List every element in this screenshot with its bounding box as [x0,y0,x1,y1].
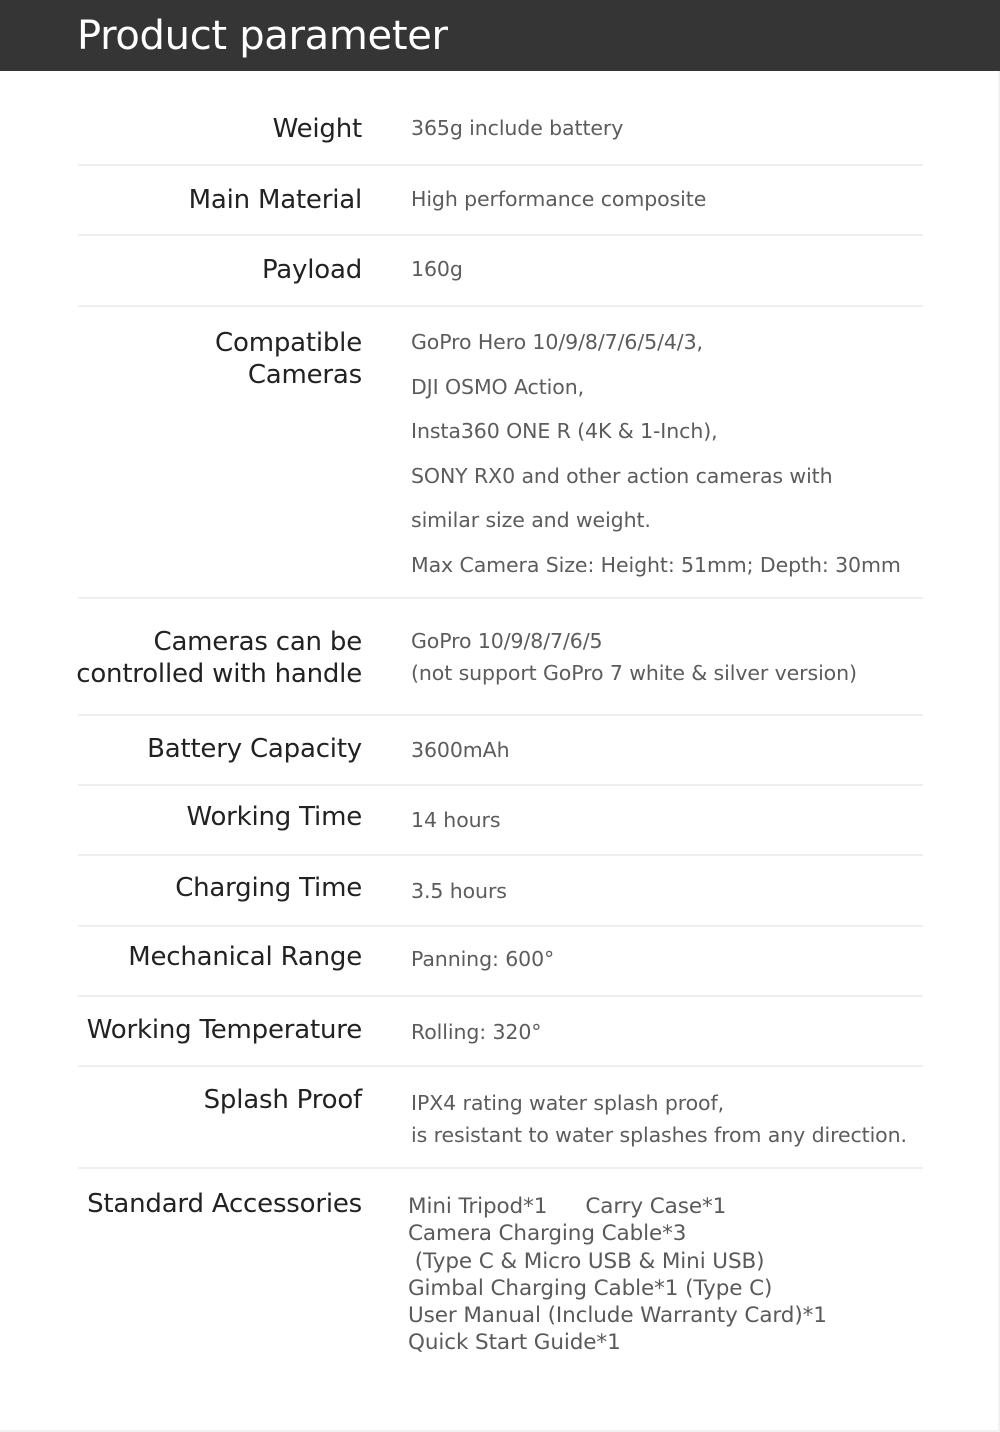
param-value: 3600mAh [411,736,510,764]
value-line: GoPro Hero 10/9/8/7/6/5/4/3, [411,330,703,354]
label-line: Weight [272,114,363,144]
param-label: Standard Accessories [87,1188,362,1220]
value-line: is resistant to water splashes from any … [411,1123,907,1147]
label-line: Standard Accessories [87,1189,362,1219]
label-line: Cameras [247,360,362,390]
value-line: 3600mAh [411,738,510,762]
accessory-line: Camera Charging Cable*3 [408,1221,687,1247]
param-label: Working Temperature [87,1014,362,1046]
accessory-line: Gimbal Charging Cable*1 (Type C) [408,1275,773,1301]
param-value: 365g include battery [411,114,623,142]
accessory-item: Mini Tripod*1 [408,1194,548,1219]
label-line: Payload [262,255,362,285]
param-label: Cameras can be controlled with handle [76,626,362,690]
accessory-line: Quick Start Guide*1 [408,1330,621,1356]
label-line: Mechanical Range [128,942,362,972]
param-label: Mechanical Range [128,941,362,973]
param-value: Panning: 600° [411,945,554,973]
label-line: Main Material [188,185,363,215]
row-divider [78,784,923,786]
accessory-line: Mini Tripod*1 Carry Case*1 [408,1193,827,1220]
row-divider [78,854,923,856]
value-line: Rolling: 320° [411,1020,542,1044]
row-divider [78,1167,923,1169]
row-divider [78,164,923,166]
value-line: Panning: 600° [411,947,555,971]
row-divider [78,305,923,307]
value-line: DJI OSMO Action, [411,374,585,399]
value-line: 14 hours [411,808,501,832]
param-label: Weight [272,113,363,145]
param-value: 14 hours [411,806,501,834]
label-line: Working Time [186,802,362,832]
value-line: High performance composite [411,187,707,211]
accessory-line: User Manual (Include Warranty Card)*1 [408,1303,827,1329]
label-line: Working Temperature [86,1015,362,1045]
param-value: 160g [411,255,463,283]
value-line: Insta360 ONE R (4K & 1-Inch), [411,419,718,443]
param-value: High performance composite [411,185,706,213]
label-line: Battery Capacity [147,734,362,764]
label-line: Charging Time [175,873,362,903]
label-line: Cameras can be [153,627,362,657]
value-line: Max Camera Size: Height: 51mm; Depth: 30… [411,552,901,577]
value-line: 365g include battery [411,116,624,140]
param-label: Battery Capacity [147,733,362,765]
row-divider [78,925,923,927]
label-line: Compatible [215,328,362,358]
param-label: Payload [262,254,362,286]
row-divider [78,714,923,716]
value-line: (not support GoPro 7 white & silver vers… [411,661,857,685]
param-value: GoPro 10/9/8/7/6/5 (not support GoPro 7 … [411,625,857,689]
value-line: IPX4 rating water splash proof, [411,1091,725,1115]
accessories-list: Mini Tripod*1 Carry Case*1 Camera Chargin… [408,1193,827,1357]
row-divider [78,234,923,236]
value-line: 3.5 hours [411,879,507,903]
param-label: Compatible Cameras [215,327,362,391]
header-bar: Product parameter [0,0,1000,71]
accessory-item: Carry Case*1 [585,1194,727,1219]
accessory-line: (Type C & Micro USB & Mini USB) [408,1248,765,1274]
param-value: Rolling: 320° [411,1018,542,1046]
param-value: 3.5 hours [411,877,507,905]
value-line: 160g [411,257,463,281]
value-line: GoPro 10/9/8/7/6/5 [411,629,603,653]
value-line: SONY RX0 and other action cameras with [411,463,833,488]
param-label: Splash Proof [203,1084,363,1116]
param-value: GoPro Hero 10/9/8/7/6/5/4/3, DJI OSMO Ac… [411,320,901,587]
row-divider [78,995,923,997]
param-label: Charging Time [175,872,362,904]
param-label: Main Material [188,184,363,216]
label-line: controlled with handle [76,659,362,689]
row-divider [78,597,923,599]
value-line: similar size and weight. [411,508,651,532]
param-value: IPX4 rating water splash proof, is resis… [411,1087,907,1151]
label-line: Splash Proof [203,1085,363,1115]
page-title: Product parameter [77,13,448,59]
param-label: Working Time [186,801,362,833]
row-divider [78,1065,923,1067]
